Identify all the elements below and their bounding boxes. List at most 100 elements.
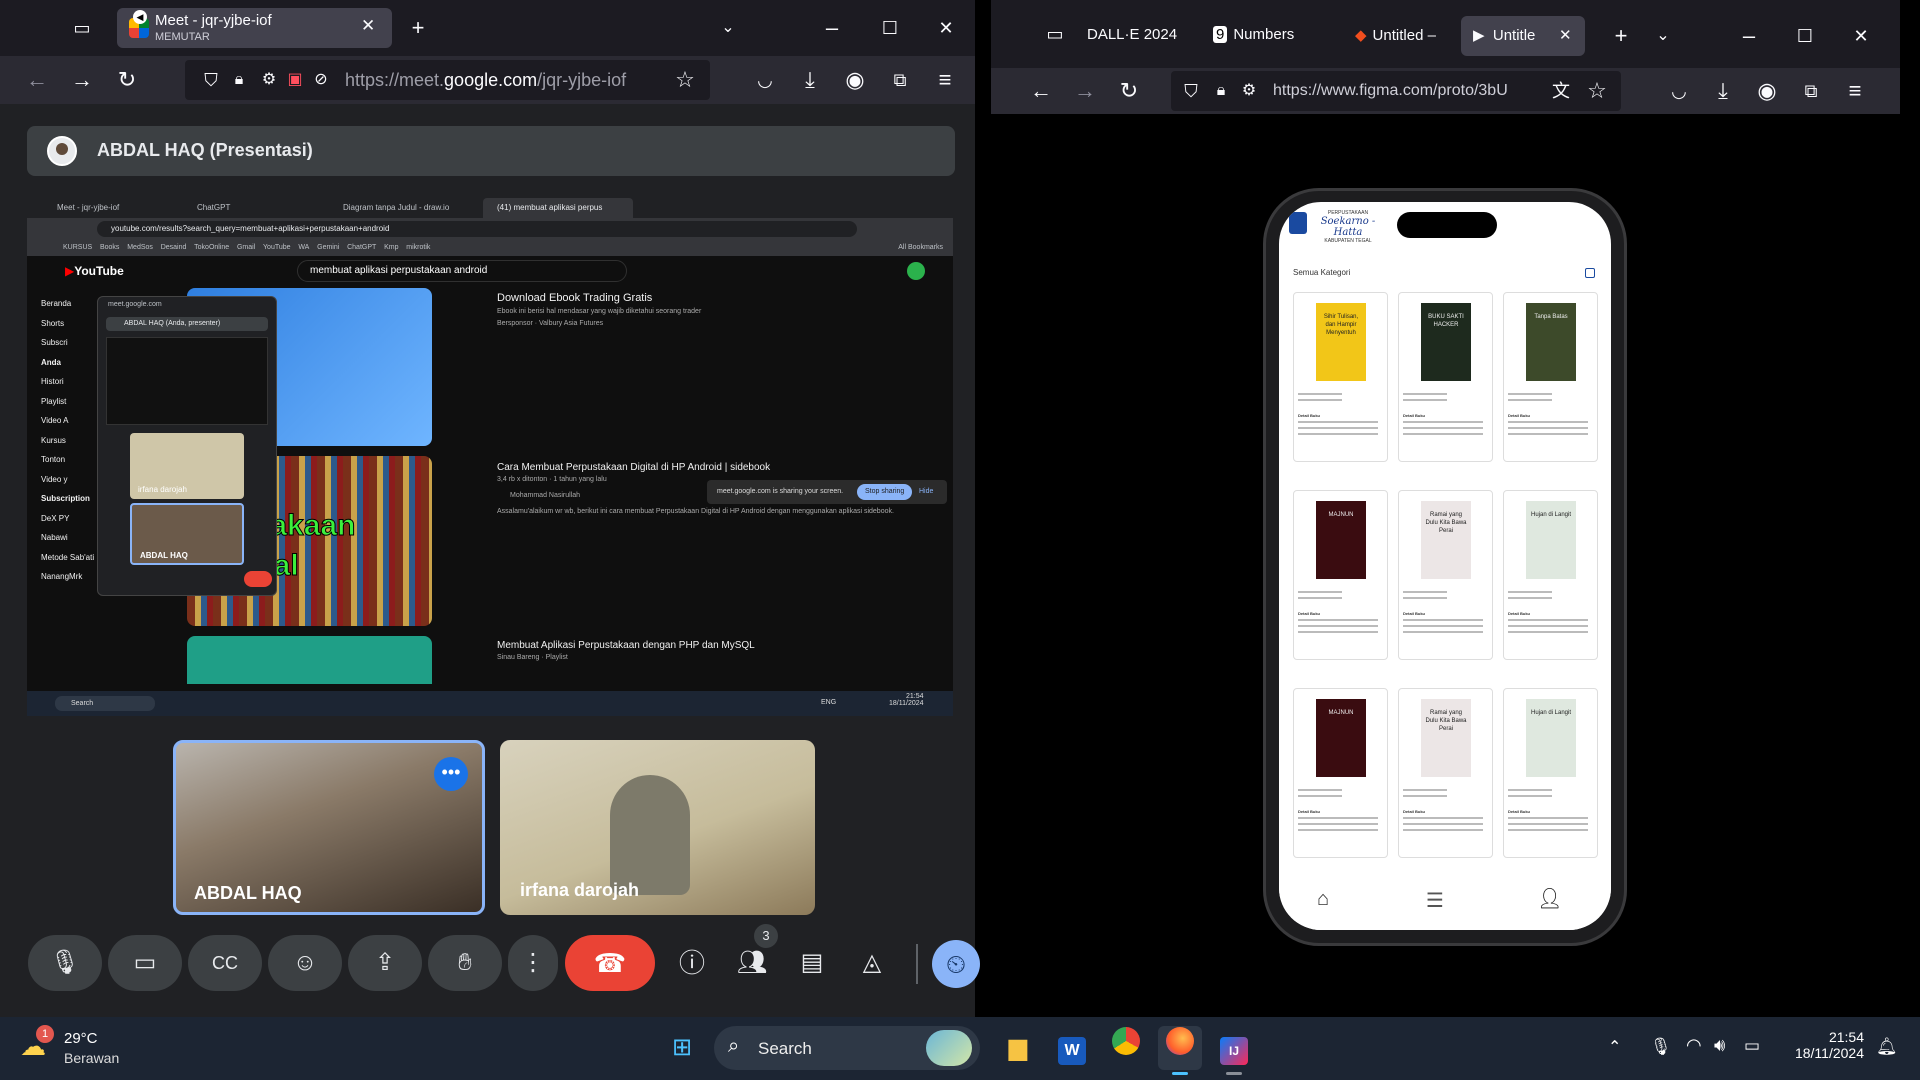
- firefox-icon[interactable]: [1158, 1026, 1202, 1070]
- book-card[interactable]: Hujan di Langit Detail Buku: [1503, 688, 1598, 858]
- minimize-icon[interactable]: –: [1729, 16, 1769, 56]
- wifi-icon[interactable]: ◠: [1686, 1035, 1702, 1056]
- new-tab-icon[interactable]: +: [398, 8, 438, 48]
- permissions-icon[interactable]: ⚙: [1229, 71, 1269, 111]
- tab-list-icon[interactable]: ▭: [1035, 14, 1075, 54]
- present-button[interactable]: ⇪: [348, 935, 422, 991]
- download-icon[interactable]: ⤓: [1703, 71, 1743, 111]
- tab-figma-1[interactable]: ◆ Untitled –: [1355, 26, 1436, 44]
- pocket-icon[interactable]: ◡: [745, 60, 785, 100]
- book-card[interactable]: Tanpa Batas Detail Buku: [1503, 292, 1598, 462]
- forward-icon[interactable]: →: [1065, 71, 1105, 111]
- word-icon[interactable]: W: [1050, 1026, 1094, 1070]
- result-1-desc: Ebook ini berisi hal mendasar yang wajib…: [497, 308, 702, 315]
- mic-muted-icon[interactable]: ⊘: [301, 60, 341, 100]
- minimize-icon[interactable]: –: [812, 8, 852, 48]
- mic-button[interactable]: 🎙︎: [28, 935, 102, 991]
- clock[interactable]: 21:54 18/11/2024: [1774, 1029, 1864, 1061]
- tab-overflow-chevron-icon[interactable]: ⌄: [708, 8, 748, 48]
- book-card[interactable]: Ramai yang Dulu Kita Bawa Perai Detail Bu…: [1398, 688, 1493, 858]
- participant-tile-irfana[interactable]: irfana darojah: [500, 740, 815, 915]
- tab-meet[interactable]: ◀ Meet - jqr-yjbe-iof MEMUTAR ✕: [117, 8, 392, 48]
- raise-hand-button[interactable]: ✋︎: [428, 935, 502, 991]
- tab-close-icon[interactable]: ✕: [361, 16, 375, 36]
- meeting-info-icon[interactable]: ⓘ: [672, 943, 712, 983]
- forward-icon[interactable]: →: [62, 60, 102, 100]
- book-meta-line: [1403, 829, 1483, 831]
- account-icon[interactable]: ◉: [1747, 71, 1787, 111]
- tab-dalle[interactable]: DALL·E 2024: [1087, 26, 1177, 43]
- bottom-nav: ⌂ ☰ 👤︎: [1279, 878, 1611, 930]
- profile-nav-icon[interactable]: 👤︎: [1537, 886, 1562, 911]
- mic-tray-icon[interactable]: 🎙︎: [1650, 1037, 1672, 1057]
- book-card[interactable]: Sihir Tulisan, dan Hampir Menyentuh Detai…: [1293, 292, 1388, 462]
- book-card[interactable]: MAJNUN Detail Buku: [1293, 490, 1388, 660]
- notification-bell-icon[interactable]: 🔔︎: [1876, 1037, 1898, 1057]
- tab-numbers[interactable]: 9 Numbers: [1213, 26, 1294, 43]
- tab-overflow-chevron-icon[interactable]: ⌄: [1643, 16, 1683, 56]
- taskbar-search[interactable]: ⌕ Search: [714, 1026, 980, 1070]
- translate-icon[interactable]: 文: [1541, 71, 1581, 111]
- youtube-logo: ▶YouTube: [65, 264, 124, 278]
- right-url-bar[interactable]: ⛉ 🔒︎ ⚙ https://www.figma.com/proto/3bU 文…: [1171, 71, 1621, 111]
- file-explorer-icon[interactable]: ▆: [996, 1026, 1040, 1070]
- captions-button[interactable]: CC: [188, 935, 262, 991]
- camera-button[interactable]: ▭: [108, 935, 182, 991]
- weather-temp[interactable]: 29°C: [64, 1030, 98, 1047]
- result-3-title: Membuat Aplikasi Perpustakaan dengan PHP…: [497, 640, 755, 651]
- start-icon[interactable]: ⊞: [660, 1026, 704, 1070]
- participant-tile-abdal[interactable]: ••• ABDAL HAQ: [173, 740, 485, 915]
- menu-icon[interactable]: ≡: [1835, 71, 1875, 111]
- more-options-icon[interactable]: •••: [434, 757, 468, 791]
- book-card[interactable]: Ramai yang Dulu Kita Bawa Perai Detail Bu…: [1398, 490, 1493, 660]
- maximize-icon[interactable]: ☐: [870, 8, 910, 48]
- battery-icon[interactable]: ▭: [1744, 1036, 1760, 1056]
- chrome-icon[interactable]: [1104, 1026, 1148, 1070]
- leave-call-button[interactable]: ☎︎: [565, 935, 655, 991]
- close-window-icon[interactable]: ✕: [926, 8, 966, 48]
- windows-taskbar: ☁ 1 29°C Berawan ⊞ ⌕ Search ▆ W IJ ⌃ 🎙︎ …: [0, 1017, 1920, 1080]
- volume-icon[interactable]: 🔊︎: [1714, 1035, 1725, 1056]
- new-tab-icon[interactable]: +: [1601, 16, 1641, 56]
- tab-figma-active[interactable]: ▶ Untitle ✕: [1461, 16, 1585, 56]
- weather-desc[interactable]: Berawan: [64, 1050, 119, 1066]
- tray-chevron-icon[interactable]: ⌃: [1608, 1037, 1621, 1057]
- account-icon[interactable]: ◉: [835, 60, 875, 100]
- book-card[interactable]: MAJNUN Detail Buku: [1293, 688, 1388, 858]
- book-meta-line: [1403, 789, 1447, 791]
- reload-icon[interactable]: ↻: [1109, 71, 1149, 111]
- right-nav-bar: ← → ↻ ⛉ 🔒︎ ⚙ https://www.figma.com/proto…: [991, 68, 1900, 114]
- audio-playing-icon[interactable]: ◀: [133, 10, 147, 24]
- url-text[interactable]: https://meet.google.com/jqr-yjbe-iof: [345, 70, 626, 91]
- book-card[interactable]: Hujan di Langit Detail Buku: [1503, 490, 1598, 660]
- book-meta-line: [1403, 631, 1483, 633]
- tab-list-icon[interactable]: ▭: [62, 8, 102, 48]
- activities-icon[interactable]: ◬: [852, 943, 892, 983]
- book-card[interactable]: BUKU SAKTI HACKER Detail Buku: [1398, 292, 1493, 462]
- intellij-icon[interactable]: IJ: [1212, 1026, 1256, 1070]
- people-icon[interactable]: 👥︎: [732, 943, 772, 983]
- chat-icon[interactable]: ▤: [792, 943, 832, 983]
- bookmark-star-icon[interactable]: ☆: [665, 60, 705, 100]
- home-nav-icon[interactable]: ⌂: [1317, 888, 1329, 911]
- right-url-text[interactable]: https://www.figma.com/proto/3bU: [1273, 82, 1529, 100]
- pip-mirror: [106, 337, 268, 425]
- bookmark-star-icon[interactable]: ☆: [1577, 71, 1617, 111]
- maximize-icon[interactable]: ☐: [1785, 16, 1825, 56]
- back-icon[interactable]: ←: [1021, 71, 1061, 111]
- grid-view-icon[interactable]: [1585, 268, 1595, 278]
- menu-nav-icon[interactable]: ☰: [1426, 888, 1444, 913]
- host-controls-icon[interactable]: ⏲: [932, 940, 980, 988]
- url-bar[interactable]: ⛉ 🔒︎ ⚙ ▣ ⊘ https://meet.google.com/jqr-y…: [185, 60, 710, 100]
- menu-icon[interactable]: ≡: [925, 60, 965, 100]
- extensions-icon[interactable]: ⧉: [880, 60, 920, 100]
- more-options-button[interactable]: ⋮: [508, 935, 558, 991]
- download-icon[interactable]: ⤓: [790, 60, 830, 100]
- extensions-icon[interactable]: ⧉: [1791, 71, 1831, 111]
- back-icon[interactable]: ←: [17, 60, 57, 100]
- pocket-icon[interactable]: ◡: [1659, 71, 1699, 111]
- emoji-button[interactable]: ☺: [268, 935, 342, 991]
- reload-icon[interactable]: ↻: [107, 60, 147, 100]
- tab-close-icon[interactable]: ✕: [1559, 16, 1572, 56]
- close-window-icon[interactable]: ✕: [1841, 16, 1881, 56]
